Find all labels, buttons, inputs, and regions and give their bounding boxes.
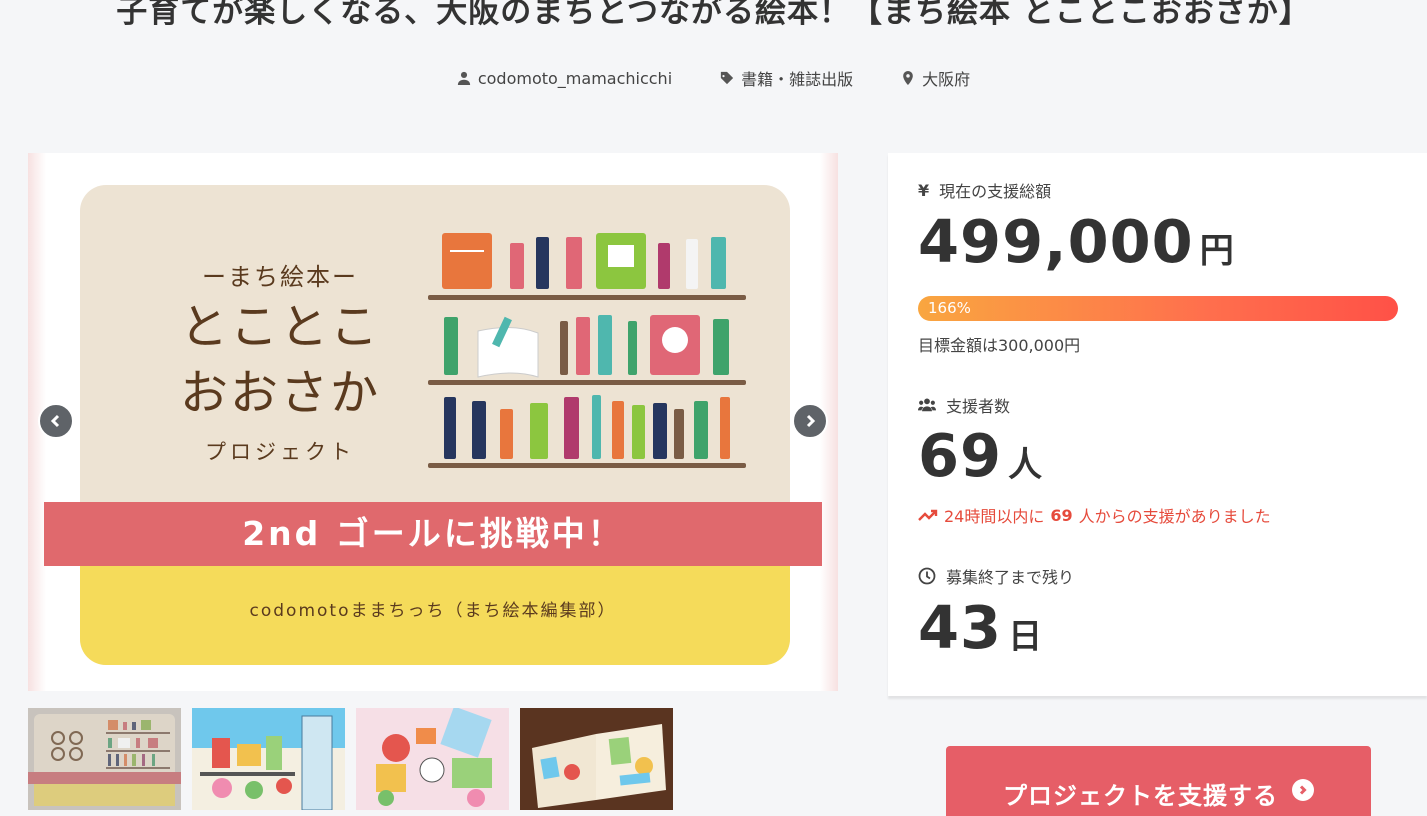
supporters-value: 69 — [918, 421, 1003, 490]
thumbnail-4[interactable] — [520, 708, 673, 810]
trend-suffix: 人からの支援がありました — [1078, 507, 1271, 526]
location-link[interactable]: 大阪府 — [901, 66, 970, 90]
map-pin-icon — [903, 71, 913, 85]
thumbnail-3-image — [356, 708, 509, 810]
category-name: 書籍・雑誌出版 — [741, 70, 854, 89]
thumbnail-1-image — [28, 708, 181, 810]
category-link[interactable]: 書籍・雑誌出版 — [720, 66, 853, 90]
supporters-label-text: 支援者数 — [946, 397, 1011, 416]
supporters-count: 69 人 — [918, 421, 1043, 490]
cover-subtitle: ーまち絵本ー — [202, 263, 358, 291]
page-title: 子育てが楽しくなる、大阪のまちとつながる絵本！【まち絵本 とことこおおさか】 — [116, 0, 1311, 30]
thumbnail-3[interactable] — [356, 708, 509, 810]
funding-progress-bar: 166% — [918, 296, 1398, 321]
cover-title-line2: おおさか — [179, 365, 380, 421]
trending-up-icon — [918, 509, 938, 521]
users-icon — [918, 398, 936, 412]
author-link[interactable]: codomoto_mamachicchi — [457, 66, 672, 90]
cover-publisher: codomotoままちっち（まち絵本編集部） — [249, 601, 617, 621]
remaining-days: 43 日 — [918, 593, 1043, 662]
remaining-label-text: 募集終了まで残り — [946, 568, 1075, 587]
project-cover-image: ーまち絵本ー とことこ おおさか プロジェクト — [80, 185, 790, 665]
remaining-unit: 日 — [1008, 617, 1044, 657]
remaining-label: 募集終了まで残り — [918, 564, 1074, 588]
chevron-right-circle-icon — [1292, 779, 1314, 801]
recent-support-notice: 24時間以内に 69 人からの支援がありました — [918, 503, 1271, 527]
author-name: codomoto_mamachicchi — [477, 68, 673, 88]
total-amount-label: ¥ 現在の支援総額 — [918, 178, 1051, 202]
thumbnail-4-image — [520, 708, 673, 810]
thumbnail-strip — [28, 708, 673, 810]
carousel-prev-button[interactable] — [38, 403, 74, 439]
total-amount-label-text: 現在の支援総額 — [939, 182, 1052, 201]
carousel-next-button[interactable] — [792, 403, 828, 439]
cover-title-block: ーまち絵本ー とことこ おおさか プロジェクト — [155, 257, 405, 466]
user-icon — [457, 71, 470, 85]
support-project-button[interactable]: プロジェクトを支援する — [946, 746, 1371, 816]
total-amount-value: 499,000 — [918, 207, 1194, 276]
trend-prefix: 24時間以内に — [944, 507, 1045, 526]
cover-project-word: プロジェクト — [205, 440, 355, 464]
supporters-unit: 人 — [1008, 445, 1044, 485]
total-amount: 499,000 円 — [918, 207, 1235, 276]
thumbnail-2[interactable] — [192, 708, 345, 810]
location-name: 大阪府 — [922, 70, 971, 89]
funding-stats-panel: ¥ 現在の支援総額 499,000 円 166% 目標金額は300,000円 支援… — [888, 153, 1427, 696]
yen-icon: ¥ — [918, 180, 930, 200]
main-image-carousel[interactable]: ーまち絵本ー とことこ おおさか プロジェクト 2nd ゴールに挑戦中！ cod… — [28, 153, 838, 691]
total-amount-unit: 円 — [1199, 231, 1235, 271]
cover-title-line1: とことこ — [179, 299, 380, 355]
remaining-value: 43 — [918, 593, 1003, 662]
tag-icon — [721, 71, 734, 85]
thumbnail-2-image — [192, 708, 345, 810]
goal-amount: 目標金額は300,000円 — [918, 336, 1081, 355]
bookshelf-illustration — [428, 233, 746, 468]
chevron-left-icon — [50, 414, 60, 428]
clock-icon — [918, 567, 936, 585]
trend-count: 69 — [1050, 505, 1073, 525]
project-meta: codomoto_mamachicchi 書籍・雑誌出版 大阪府 — [0, 66, 1427, 90]
cover-ribbon: 2nd ゴールに挑戦中！ — [44, 502, 822, 566]
chevron-right-icon — [806, 414, 816, 428]
thumbnail-1[interactable] — [28, 708, 181, 810]
supporters-label: 支援者数 — [918, 393, 1010, 417]
support-button-label: プロジェクトを支援する — [1003, 782, 1278, 810]
progress-percent: 166% — [928, 299, 971, 317]
